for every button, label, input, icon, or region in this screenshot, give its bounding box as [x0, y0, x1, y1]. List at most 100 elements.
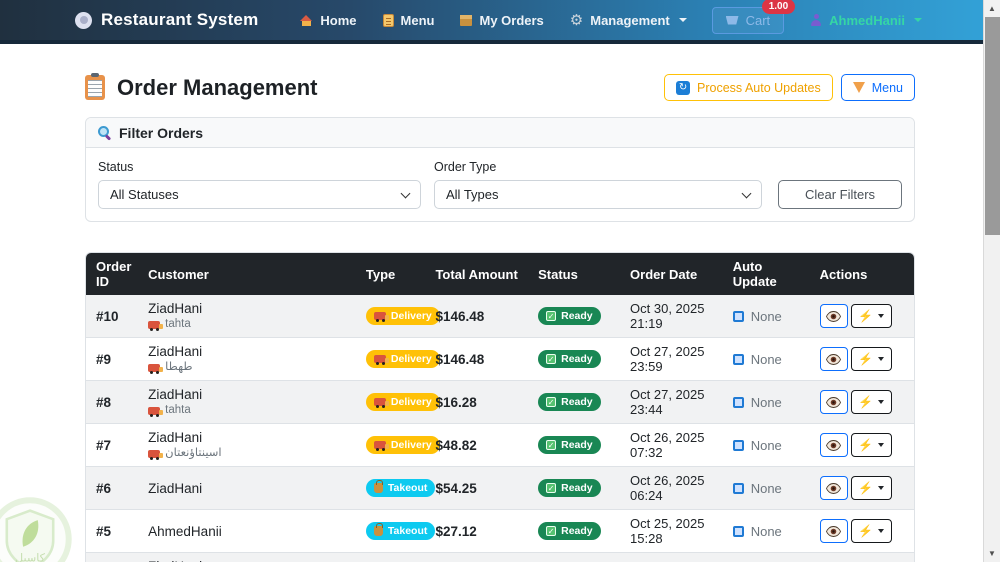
navbar: Restaurant System Home Menu My Orders ⚙ … — [0, 0, 1000, 44]
customer-name: ZiadHani — [148, 344, 203, 359]
eye-icon — [826, 310, 842, 322]
order-type-label: Order Type — [434, 160, 497, 174]
menu-button[interactable]: Menu — [840, 74, 915, 101]
order-type-badge: Takeout — [365, 522, 436, 540]
nav-item-home[interactable]: Home — [300, 13, 357, 28]
quick-status-dropdown[interactable]: ⚡ — [850, 304, 892, 328]
truck-icon — [148, 320, 164, 331]
username: AhmedHanii — [829, 12, 905, 28]
scroll-up-arrow[interactable]: ▲ — [984, 0, 1000, 17]
bag-icon — [373, 480, 383, 493]
total-amount: $27.12 — [435, 523, 477, 539]
cart-count-badge: 1.00 — [761, 0, 796, 14]
actions-cell: ⚡ — [819, 347, 904, 371]
check-icon — [546, 440, 557, 450]
auto-update-cell: None — [732, 438, 800, 453]
user-icon — [810, 14, 822, 26]
order-date: Oct 26, 2025 06:24 — [630, 473, 705, 503]
order-date: Oct 26, 2025 07:32 — [630, 430, 705, 460]
order-date: Oct 27, 2025 23:59 — [630, 344, 705, 374]
view-order-button[interactable] — [819, 347, 848, 371]
table-row: #8 ZiadHani tahta Delivery $16.28 Ready … — [86, 380, 914, 424]
order-id: #6 — [96, 480, 112, 496]
page-title: Order Management — [117, 74, 318, 100]
quick-status-dropdown[interactable]: ⚡ — [850, 433, 892, 457]
clipboard-icon — [85, 73, 105, 100]
package-icon — [460, 14, 473, 26]
chevron-down-icon — [878, 357, 885, 361]
search-icon — [98, 126, 111, 139]
nav-item-management[interactable]: ⚙ Management — [570, 13, 687, 28]
lightning-icon: ⚡ — [858, 481, 874, 495]
quick-status-dropdown[interactable]: ⚡ — [850, 390, 892, 414]
order-date: Oct 25, 2025 15:28 — [630, 516, 705, 546]
checkbox-icon — [732, 482, 744, 494]
customer-location: tahta — [148, 318, 346, 331]
page-actions: ↻ Process Auto Updates Menu — [664, 74, 915, 101]
order-type-select[interactable]: All Types — [434, 180, 762, 209]
truck-icon — [148, 406, 164, 417]
quick-status-dropdown[interactable]: ⚡ — [850, 476, 892, 500]
actions-cell: ⚡ — [819, 433, 904, 457]
brand[interactable]: Restaurant System — [75, 10, 258, 30]
view-order-button[interactable] — [819, 476, 848, 500]
auto-update-cell: None — [732, 395, 800, 410]
bag-icon — [373, 523, 383, 536]
check-icon — [546, 354, 557, 364]
actions-cell: ⚡ — [819, 304, 904, 328]
order-status-badge: Ready — [538, 393, 601, 411]
order-type-badge: Delivery — [365, 393, 440, 411]
view-order-button[interactable] — [819, 433, 848, 457]
eye-icon — [826, 482, 842, 494]
order-id: #7 — [96, 437, 112, 453]
order-id: #5 — [96, 523, 112, 539]
status-select[interactable]: All Statuses — [98, 180, 421, 209]
process-auto-updates-button[interactable]: ↻ Process Auto Updates — [664, 74, 833, 101]
order-status-badge: Ready — [538, 479, 601, 497]
table-row: #5 AhmedHanii Takeout $27.12 Ready Oct 2… — [86, 510, 914, 553]
order-id: #10 — [96, 308, 119, 324]
scrollbar-thumb[interactable] — [985, 17, 1000, 235]
total-amount: $16.28 — [435, 394, 477, 410]
order-date: Oct 30, 2025 21:19 — [630, 301, 705, 331]
view-order-button[interactable] — [819, 390, 848, 414]
table-row: #7 ZiadHani اسينتاؤنعتان Delivery $48.82… — [86, 424, 914, 467]
customer-name: ZiadHani — [148, 480, 203, 496]
clear-filters-button[interactable]: Clear Filters — [778, 180, 902, 209]
user-menu[interactable]: AhmedHanii — [810, 13, 922, 28]
restaurant-plate-icon — [75, 11, 92, 29]
order-status-badge: Ready — [538, 436, 601, 454]
checkbox-icon — [732, 310, 744, 322]
gear-icon: ⚙ — [569, 11, 584, 29]
quick-status-dropdown[interactable]: ⚡ — [850, 347, 892, 371]
nav-item-menu[interactable]: Menu — [382, 13, 434, 28]
filter-card-header: Filter Orders — [86, 118, 914, 148]
truck-icon — [148, 363, 164, 374]
chevron-down-icon — [400, 188, 411, 198]
chevron-down-icon — [878, 443, 885, 447]
truck-icon — [148, 449, 164, 460]
check-icon — [546, 397, 557, 407]
filter-body: Status All Statuses Order Type All Types… — [86, 148, 914, 221]
order-status-badge: Ready — [538, 350, 601, 368]
actions-cell: ⚡ — [819, 519, 904, 543]
page-header: Order Management ↻ Process Auto Updates … — [85, 73, 915, 101]
view-order-button[interactable] — [819, 304, 848, 328]
vertical-scrollbar[interactable]: ▲ ▼ — [983, 0, 1000, 562]
check-icon — [546, 483, 557, 493]
order-type-badge: Takeout — [365, 479, 436, 497]
truck-icon — [373, 312, 389, 322]
checkbox-icon — [732, 396, 744, 408]
view-order-button[interactable] — [819, 519, 848, 543]
nav-item-my-orders[interactable]: My Orders — [460, 13, 544, 28]
quick-status-dropdown[interactable]: ⚡ — [850, 519, 892, 543]
scroll-down-arrow[interactable]: ▼ — [984, 545, 1000, 562]
table-row: #6 ZiadHani Takeout $54.25 Ready Oct 26,… — [86, 466, 914, 510]
nav-items: Home Menu My Orders ⚙ Management — [300, 13, 687, 28]
lightning-icon: ⚡ — [858, 524, 874, 538]
check-icon — [546, 526, 557, 536]
cart-button[interactable]: Cart 1.00 — [711, 0, 796, 34]
eye-icon — [826, 353, 842, 365]
customer-location: طهطا — [148, 361, 346, 374]
orders-table-card: Order ID Customer Type Total Amount Stat… — [85, 252, 915, 562]
